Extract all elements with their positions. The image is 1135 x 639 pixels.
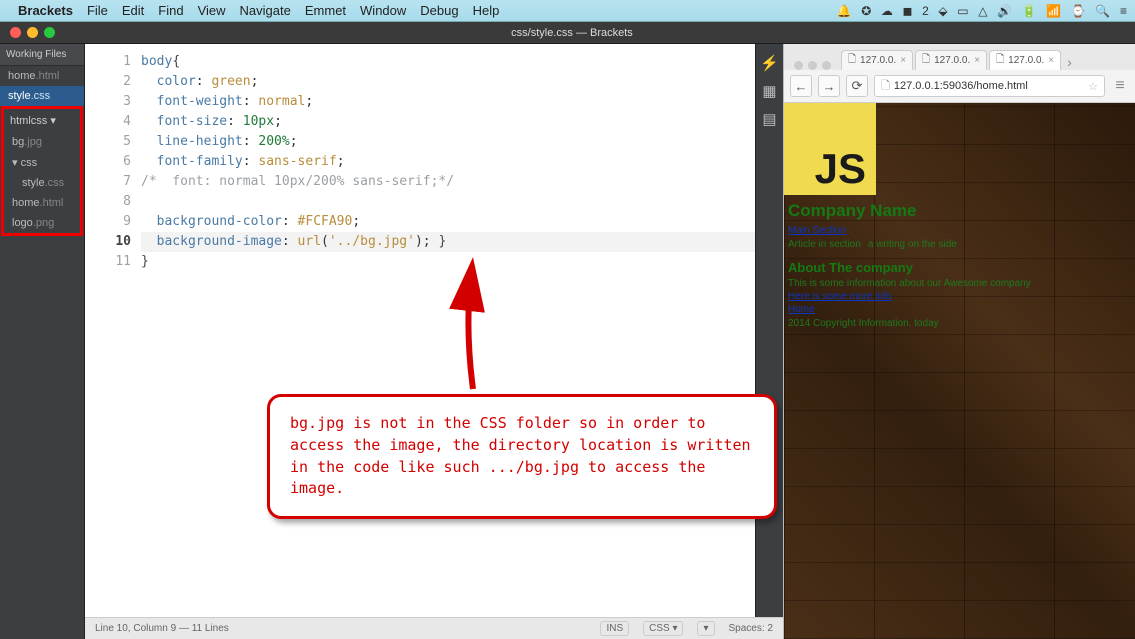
num-icon[interactable]: 2	[922, 4, 929, 18]
menu-edit[interactable]: Edit	[122, 3, 144, 18]
file-tree-highlight: htmlcss ▾ bg.jpg▾ cssstyle.csshome.htmll…	[1, 106, 83, 236]
browser-menu-icon[interactable]: ≡	[1111, 77, 1129, 95]
page-text-4: 2014 Copyright Information. today	[788, 318, 939, 329]
split-icon[interactable]: ▤	[762, 110, 776, 128]
project-name[interactable]: htmlcss ▾	[4, 109, 80, 132]
tree-file[interactable]: style.css	[4, 173, 80, 193]
battery-icon[interactable]: 🔋	[1022, 4, 1037, 18]
browser-tab[interactable]: 🗋127.0.0.×	[989, 50, 1061, 70]
dropbox-icon[interactable]: ⬙	[938, 4, 947, 18]
annotation-callout: bg.jpg is not in the CSS folder so in or…	[267, 394, 777, 519]
cursor-status: Line 10, Column 9 — 11 Lines	[95, 623, 586, 634]
annotation-arrow	[459, 269, 483, 389]
browser-close-icon[interactable]	[794, 61, 803, 70]
page-text-1: Article in section	[788, 239, 861, 250]
search-icon[interactable]: 🔍	[1095, 4, 1110, 18]
language-mode[interactable]: CSS ▾	[643, 621, 683, 636]
code-line[interactable]	[141, 192, 755, 212]
display-icon[interactable]: ▭	[957, 4, 968, 18]
working-file[interactable]: home.html	[0, 66, 84, 86]
address-bar[interactable]: 🗋 127.0.0.1:59036/home.html ☆	[874, 75, 1105, 97]
tree-folder[interactable]: ▾ css	[4, 152, 80, 173]
code-line[interactable]: background-image: url('../bg.jpg'); }	[141, 232, 755, 252]
menu-debug[interactable]: Debug	[420, 3, 458, 18]
url-text: 127.0.0.1:59036/home.html	[894, 80, 1028, 92]
page-heading: Company Name	[788, 201, 1135, 221]
code-line[interactable]: background-color: #FCFA90;	[141, 212, 755, 232]
reload-button[interactable]: ⟳	[846, 75, 868, 97]
code-line[interactable]: body{	[141, 52, 755, 72]
browser-tab-row: 🗋127.0.0.×🗋127.0.0.×🗋127.0.0.× ›	[784, 44, 1135, 70]
page-link-3[interactable]: Home	[788, 304, 1135, 315]
code-line[interactable]: color: green;	[141, 72, 755, 92]
window-titlebar: css/style.css — Brackets	[0, 22, 1135, 44]
live-preview-browser: 🗋127.0.0.×🗋127.0.0.×🗋127.0.0.× › ← → ⟳ 🗋…	[783, 44, 1135, 639]
browser-tab[interactable]: 🗋127.0.0.×	[841, 50, 913, 70]
menu-find[interactable]: Find	[158, 3, 183, 18]
list-icon[interactable]: ≡	[1120, 4, 1127, 18]
page-text-3: This is some information about our Aweso…	[788, 278, 1031, 289]
page-subheading: About The company	[788, 260, 1135, 275]
code-line[interactable]: /* font: normal 10px/200% sans-serif;*/	[141, 172, 755, 192]
close-tab-icon[interactable]: ×	[900, 55, 906, 66]
code-line[interactable]: font-weight: normal;	[141, 92, 755, 112]
app-name[interactable]: Brackets	[18, 3, 73, 18]
wifi-icon[interactable]: 📶	[1046, 4, 1061, 18]
page-icon: 🗋	[881, 77, 890, 96]
menu-help[interactable]: Help	[473, 3, 500, 18]
paw-icon[interactable]: ✪	[861, 4, 871, 18]
window-title: css/style.css — Brackets	[9, 27, 1135, 39]
tree-file[interactable]: logo.png	[4, 213, 80, 233]
close-tab-icon[interactable]: ×	[1048, 55, 1054, 66]
cloud-icon[interactable]: ☁	[881, 4, 893, 18]
tree-file[interactable]: home.html	[4, 193, 80, 213]
working-file[interactable]: style.css	[0, 86, 84, 106]
code-line[interactable]: font-family: sans-serif;	[141, 152, 755, 172]
menu-view[interactable]: View	[198, 3, 226, 18]
working-files-header: Working Files	[0, 44, 84, 66]
code-line[interactable]: }	[141, 252, 755, 272]
close-tab-icon[interactable]: ×	[974, 55, 980, 66]
page-link-2[interactable]: Here is some more info	[788, 291, 1135, 302]
time-icon[interactable]: ⌚	[1071, 4, 1086, 18]
code-line[interactable]: line-height: 200%;	[141, 132, 755, 152]
indent-setting[interactable]: Spaces: 2	[729, 623, 773, 634]
volume-icon[interactable]: 🔊	[997, 4, 1012, 18]
bookmark-icon[interactable]: ☆	[1088, 80, 1098, 93]
bell-icon[interactable]: 🔔	[837, 4, 852, 18]
menu-navigate[interactable]: Navigate	[240, 3, 291, 18]
browser-min-icon[interactable]	[808, 61, 817, 70]
extensions-icon[interactable]: ▦	[762, 82, 776, 100]
code-editor[interactable]: body{ color: green; font-weight: normal;…	[141, 44, 755, 617]
adobe-icon[interactable]: ◼	[903, 4, 913, 18]
live-preview-icon[interactable]: ⚡	[760, 54, 779, 72]
system-tray: 🔔 ✪ ☁ ◼ 2 ⬙ ▭ △ 🔊 🔋 📶 ⌚ 🔍 ≡	[831, 3, 1127, 18]
tree-file[interactable]: bg.jpg	[4, 132, 80, 152]
gdrive-icon[interactable]: △	[978, 4, 987, 18]
code-line[interactable]: font-size: 10px;	[141, 112, 755, 132]
annotation-text: bg.jpg is not in the CSS folder so in or…	[290, 414, 751, 497]
line-gutter: 1234567891011	[85, 44, 141, 617]
insert-mode[interactable]: INS	[600, 621, 629, 636]
browser-tab[interactable]: 🗋127.0.0.×	[915, 50, 987, 70]
page-text-2: a writing on the side	[868, 239, 957, 250]
menu-emmet[interactable]: Emmet	[305, 3, 346, 18]
page-link-1[interactable]: Main Section	[788, 225, 1135, 236]
browser-max-icon[interactable]	[822, 61, 831, 70]
dropdown-indicator[interactable]: ▾	[697, 621, 714, 636]
back-button[interactable]: ←	[790, 75, 812, 97]
js-logo: JS	[784, 103, 876, 195]
extension-rail: ⚡ ▦ ▤	[755, 44, 783, 617]
sidebar: Working Files home.htmlstyle.css htmlcss…	[0, 44, 85, 639]
menu-window[interactable]: Window	[360, 3, 406, 18]
new-tab-icon[interactable]: ›	[1067, 54, 1072, 70]
menu-file[interactable]: File	[87, 3, 108, 18]
status-bar: Line 10, Column 9 — 11 Lines INS CSS ▾ ▾…	[85, 617, 783, 639]
mac-menubar: Brackets File Edit Find View Navigate Em…	[0, 0, 1135, 22]
forward-button[interactable]: →	[818, 75, 840, 97]
